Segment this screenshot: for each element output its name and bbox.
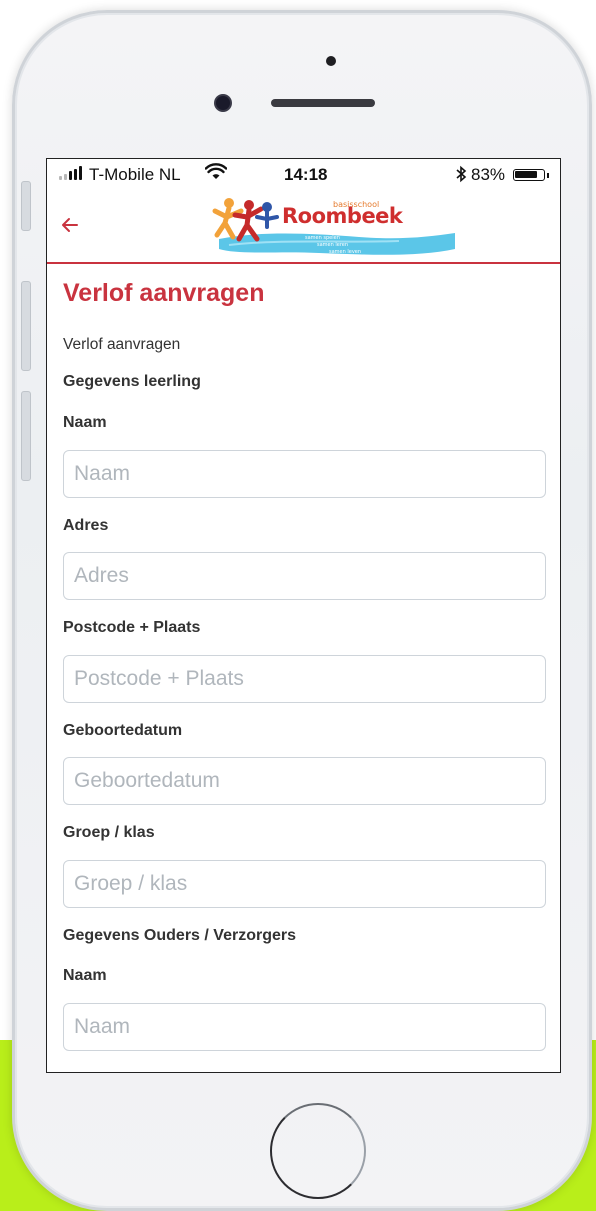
naam-input[interactable]	[63, 450, 546, 498]
field-label-ouder-naam: Naam	[63, 967, 107, 984]
volume-up-button	[21, 281, 31, 371]
logo-tagline-1: samen spelen	[305, 235, 340, 241]
carrier-name: T-Mobile NL	[89, 165, 181, 184]
page-title: Verlof aanvragen	[63, 279, 265, 307]
volume-down-button	[21, 391, 31, 481]
field-label-geboortedatum: Geboortedatum	[63, 722, 183, 739]
section-heading-parents: Gegevens Ouders / Verzorgers	[63, 927, 296, 944]
adres-input[interactable]	[63, 552, 546, 600]
arrow-left-icon[interactable]	[59, 214, 83, 238]
status-time: 14:18	[284, 165, 328, 184]
signal-icon	[59, 166, 82, 180]
status-bar: T-Mobile NL 14:18 83%	[47, 159, 560, 189]
geboortedatum-input[interactable]	[63, 757, 546, 805]
field-label-groep-klas: Groep / klas	[63, 824, 155, 841]
battery-percentage: 83%	[471, 165, 506, 184]
ouder-naam-input[interactable]	[63, 1003, 546, 1051]
home-button[interactable]	[270, 1103, 366, 1199]
battery-tip	[547, 173, 549, 178]
school-logo: basisschool Roombeek samen spelen samen …	[207, 195, 457, 261]
field-label-adres: Adres	[63, 517, 109, 534]
app-header: basisschool Roombeek samen spelen samen …	[47, 189, 560, 264]
wifi-icon	[204, 163, 228, 186]
field-label-naam: Naam	[63, 414, 107, 431]
field-label-postcode-plaats: Postcode + Plaats	[63, 619, 201, 636]
logo-tagline-3: samen leven	[329, 249, 362, 255]
phone-screen: T-Mobile NL 14:18 83% basisschool Roombe…	[46, 158, 561, 1073]
bluetooth-icon	[455, 165, 467, 188]
postcode-plaats-input[interactable]	[63, 655, 546, 703]
section-heading-student: Gegevens leerling	[63, 373, 201, 390]
logo-tagline-2: samen leren	[317, 242, 349, 248]
proximity-sensor	[326, 56, 336, 66]
page-subtitle: Verlof aanvragen	[63, 336, 181, 353]
mute-switch	[21, 181, 31, 231]
logo-name-text: Roombeek	[282, 204, 403, 228]
earpiece-speaker	[271, 99, 375, 107]
front-camera	[216, 96, 230, 110]
battery-icon	[513, 169, 545, 181]
groep-klas-input[interactable]	[63, 860, 546, 908]
logo-figures-icon	[212, 198, 279, 242]
